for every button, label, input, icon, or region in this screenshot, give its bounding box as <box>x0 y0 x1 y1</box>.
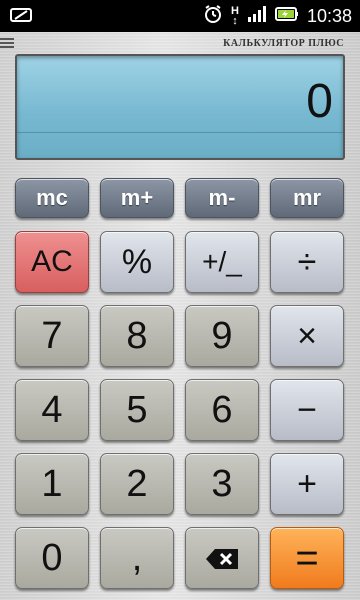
digit-4-label: 4 <box>41 388 63 431</box>
digit-2-label: 2 <box>126 462 148 505</box>
decimal-comma-button[interactable]: , <box>100 527 174 589</box>
digit-9-label: 9 <box>211 314 233 357</box>
memory-clear-button[interactable]: mc <box>15 178 89 218</box>
digit-8-label: 8 <box>126 314 148 357</box>
plus-minus-button[interactable]: +/_ <box>185 231 259 293</box>
digit-0-label: 0 <box>41 536 63 579</box>
display-screen: 0 <box>15 54 345 160</box>
digit-1-button[interactable]: 1 <box>15 453 89 515</box>
digit-5-button[interactable]: 5 <box>100 379 174 441</box>
multiply-button[interactable]: × <box>270 305 344 367</box>
network-type-label: H <box>231 5 239 17</box>
alarm-icon <box>203 4 223 29</box>
memory-clear-label: mc <box>36 185 68 210</box>
battery-charging-icon <box>274 6 299 27</box>
digit-4-button[interactable]: 4 <box>15 379 89 441</box>
divide-button[interactable]: ÷ <box>270 231 344 293</box>
digit-6-label: 6 <box>211 388 233 431</box>
multiply-label: × <box>297 316 317 355</box>
decimal-comma-label: , <box>131 536 143 579</box>
menu-icon[interactable] <box>0 38 14 50</box>
memory-subtract-label: m- <box>208 185 236 210</box>
digit-0-button[interactable]: 0 <box>15 527 89 589</box>
display-divider <box>17 132 343 133</box>
memory-recall-label: mr <box>292 185 322 210</box>
digit-8-button[interactable]: 8 <box>100 305 174 367</box>
divide-label: ÷ <box>297 242 317 281</box>
digit-5-label: 5 <box>126 388 148 431</box>
clock-time: 10:38 <box>306 5 352 26</box>
all-clear-button[interactable]: AC <box>15 231 89 293</box>
backspace-icon <box>205 537 239 580</box>
digit-1-label: 1 <box>41 462 63 505</box>
display-value: 0 <box>306 75 333 128</box>
digit-9-button[interactable]: 9 <box>185 305 259 367</box>
equals-label: = <box>295 535 319 580</box>
signal-icon <box>247 5 267 28</box>
memory-add-button[interactable]: m+ <box>100 178 174 218</box>
memory-add-label: m+ <box>120 185 154 210</box>
minus-label: − <box>297 390 317 429</box>
app-title: КАЛЬКУЛЯТОР ПЛЮС <box>223 38 344 49</box>
digit-7-button[interactable]: 7 <box>15 305 89 367</box>
all-clear-label: AC <box>31 245 73 278</box>
backspace-button[interactable] <box>185 527 259 589</box>
plus-label: + <box>297 464 317 503</box>
status-bar: H ↕ 10:38 <box>0 0 360 32</box>
calculator-app: КАЛЬКУЛЯТОР ПЛЮС 0 mc m+ m- mr AC % +/_ … <box>0 32 360 600</box>
digit-2-button[interactable]: 2 <box>100 453 174 515</box>
plus-minus-label: +/_ <box>202 246 242 277</box>
data-transfer-icon: H ↕ <box>231 5 239 27</box>
digit-6-button[interactable]: 6 <box>185 379 259 441</box>
plus-button[interactable]: + <box>270 453 344 515</box>
notification-icon <box>10 7 32 28</box>
digit-3-button[interactable]: 3 <box>185 453 259 515</box>
memory-recall-button[interactable]: mr <box>270 178 344 218</box>
equals-button[interactable]: = <box>270 527 344 589</box>
percent-button[interactable]: % <box>100 231 174 293</box>
percent-label: % <box>121 242 153 281</box>
digit-3-label: 3 <box>211 462 233 505</box>
minus-button[interactable]: − <box>270 379 344 441</box>
digit-7-label: 7 <box>41 314 63 357</box>
memory-subtract-button[interactable]: m- <box>185 178 259 218</box>
